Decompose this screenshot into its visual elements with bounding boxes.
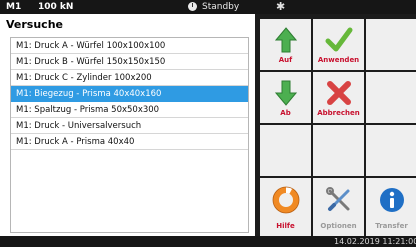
up-label: Auf [278, 56, 293, 64]
list-item[interactable]: M1: Druck C - Zylinder 100x200 [11, 70, 248, 86]
empty-button [366, 125, 416, 176]
apply-label: Anwenden [317, 56, 360, 64]
transfer-button[interactable]: Transfer [366, 178, 416, 236]
list-item[interactable]: M1: Druck B - Würfel 150x150x150 [11, 54, 248, 70]
arrow-up-icon [260, 27, 311, 57]
down-button[interactable]: Ab [260, 72, 311, 123]
cancel-label: Abbrechen [317, 109, 360, 117]
list-item-selected[interactable]: M1: Biegezug - Prisma 40x40x160 [11, 86, 248, 102]
gear-icon[interactable]: ✱ [276, 0, 285, 13]
machine-label: M1 [6, 2, 22, 12]
cancel-button[interactable]: Abbrechen [313, 72, 364, 123]
transfer-label: Transfer [375, 222, 408, 230]
arrow-down-icon [260, 80, 311, 110]
test-list[interactable]: M1: Druck A - Würfel 100x100x100 M1: Dru… [10, 37, 249, 233]
panel-title: Versuche [6, 18, 63, 31]
force-capacity: 100 kN [38, 2, 74, 12]
list-item[interactable]: M1: Druck A - Prisma 40x40 [11, 134, 248, 150]
footer-bar: 14.02.2019 11:21:00 [0, 236, 416, 247]
datetime: 14.02.2019 11:21:00 [334, 237, 416, 246]
options-button[interactable]: Optionen [313, 178, 364, 236]
machine-status: Standby [202, 2, 240, 12]
clock-icon [188, 2, 197, 11]
status-bar: M1 100 kN Standby ✱ [0, 0, 416, 14]
options-label: Optionen [320, 222, 357, 230]
list-item[interactable]: M1: Druck A - Würfel 100x100x100 [11, 38, 248, 54]
up-button[interactable]: Auf [260, 19, 311, 70]
tools-icon [313, 186, 364, 218]
tests-panel: Versuche M1: Druck A - Würfel 100x100x10… [0, 14, 255, 236]
empty-button [366, 19, 416, 70]
button-grid: Auf Anwenden Ab Abbrechen Hilfe Optionen… [255, 14, 416, 236]
down-label: Ab [280, 109, 291, 117]
help-button[interactable]: Hilfe [260, 178, 311, 236]
empty-button [366, 72, 416, 123]
empty-button [260, 125, 311, 176]
list-item[interactable]: M1: Spaltzug - Prisma 50x50x300 [11, 102, 248, 118]
list-item[interactable]: M1: Druck - Universalversuch [11, 118, 248, 134]
help-label: Hilfe [276, 222, 295, 230]
cross-icon [313, 80, 364, 110]
apply-button[interactable]: Anwenden [313, 19, 364, 70]
info-icon [366, 186, 416, 218]
empty-button [313, 125, 364, 176]
checkmark-icon [313, 26, 364, 58]
lifebuoy-icon [260, 186, 311, 218]
